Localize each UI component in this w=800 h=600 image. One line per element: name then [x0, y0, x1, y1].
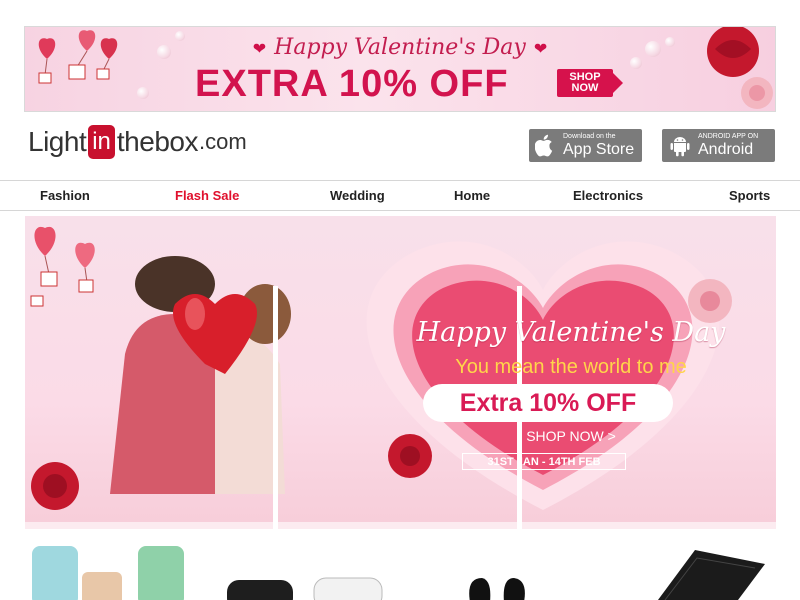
apple-icon [535, 134, 553, 156]
heart-icon: ❤ [252, 39, 267, 58]
android-label: Android [698, 141, 754, 158]
site-logo[interactable]: Light in thebox .com [28, 122, 247, 162]
wireless-earbuds-case-image[interactable] [28, 542, 208, 600]
app-store-text: Download on the App Store [563, 133, 634, 158]
main-nav: Fashion Flash Sale Wedding Home Electron… [0, 180, 800, 211]
hero-date-range: 31ST JAN - 14TH FEB [462, 453, 626, 470]
earbuds-pair-image[interactable] [462, 572, 532, 600]
couple-image [110, 256, 291, 494]
nav-item-home[interactable]: Home [454, 181, 490, 210]
gaming-earbuds-image[interactable] [635, 544, 775, 600]
rose-icon [31, 462, 79, 510]
top-promo-banner[interactable]: ❤ Happy Valentine's Day ❤ EXTRA 10% OFF SH… [24, 26, 776, 112]
android-icon [670, 136, 690, 156]
banner-heading-text: Happy Valentine's Day [274, 35, 526, 60]
app-store-small-label: Download on the [563, 133, 616, 140]
hero-title: Happy Valentine's Day [416, 317, 726, 348]
banner-heading: ❤ Happy Valentine's Day ❤ [25, 35, 775, 60]
banner-offer: EXTRA 10% OFF [195, 63, 509, 105]
android-app-button[interactable]: ANDROID APP ON Android [662, 129, 775, 162]
logo-text-thebox: thebox [116, 126, 199, 157]
black-earbuds-image[interactable] [225, 576, 295, 600]
app-store-label: App Store [563, 141, 635, 158]
nav-item-flash-sale[interactable]: Flash Sale [175, 181, 239, 210]
logo-text-in: in [88, 125, 115, 159]
hero-shop-now-link[interactable]: SHOP NOW > [361, 428, 776, 444]
hero-banner[interactable]: Happy Valentine's Day You mean the world… [25, 216, 776, 529]
nav-item-wedding[interactable]: Wedding [330, 181, 385, 210]
hero-bottom-edge [25, 522, 776, 529]
product-strip [0, 536, 800, 600]
android-text: ANDROID APP ON Android [698, 133, 758, 158]
app-store-button[interactable]: Download on the App Store [529, 129, 642, 162]
heart-icon: ❤ [533, 39, 548, 58]
hero-offer: Extra 10% OFF [423, 384, 673, 422]
nav-item-fashion[interactable]: Fashion [40, 181, 90, 210]
android-small-label: ANDROID APP ON [698, 133, 759, 140]
white-earbuds-image[interactable] [312, 574, 384, 600]
nav-item-electronics[interactable]: Electronics [573, 181, 643, 210]
panel-divider [273, 286, 278, 529]
logo-text-com: .com [198, 129, 247, 154]
banner-shop-now-button[interactable]: SHOP NOW [557, 69, 623, 97]
nav-item-sports[interactable]: Sports [729, 181, 770, 210]
logo-text-light: Light [28, 126, 87, 157]
hero-subtitle: You mean the world to me [455, 356, 687, 378]
